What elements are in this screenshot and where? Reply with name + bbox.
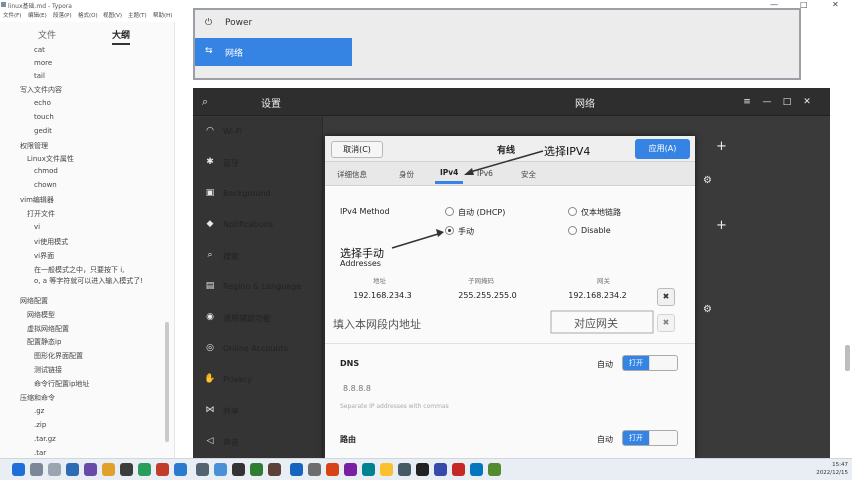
typora-icon[interactable] — [416, 463, 429, 476]
app-icon[interactable] — [398, 463, 411, 476]
arrow-head — [436, 229, 444, 237]
arrow-head — [464, 168, 474, 175]
app-icon[interactable] — [156, 463, 169, 476]
app-icon[interactable] — [232, 463, 245, 476]
app-icon[interactable] — [308, 463, 321, 476]
app-icon[interactable] — [452, 463, 465, 476]
app-icon[interactable] — [120, 463, 133, 476]
annotation-arrows — [391, 150, 654, 334]
app-icon[interactable] — [470, 463, 483, 476]
search-icon[interactable] — [30, 463, 43, 476]
app-icon[interactable] — [250, 463, 263, 476]
gateway-highlight-box — [550, 310, 654, 334]
app-icon[interactable] — [344, 463, 357, 476]
windows-start-icon[interactable] — [12, 463, 25, 476]
app-icon[interactable] — [362, 463, 375, 476]
app-icon[interactable] — [196, 463, 209, 476]
app-icon[interactable] — [380, 463, 393, 476]
app-icon[interactable] — [268, 463, 281, 476]
folder-icon[interactable] — [102, 463, 115, 476]
clock-date: 2022/12/15 — [816, 470, 848, 476]
clock[interactable]: 15:47 2022/12/15 — [816, 461, 848, 477]
taskbar: 15:47 2022/12/15 — [0, 458, 852, 480]
app-icon[interactable] — [326, 463, 339, 476]
app-icon[interactable] — [434, 463, 447, 476]
app-icon[interactable] — [66, 463, 79, 476]
app-icon[interactable] — [174, 463, 187, 476]
desktop: linux基础.md - Typora — □ ✕ 文件(F) 编辑(E) 段落… — [0, 0, 852, 480]
browser-icon[interactable] — [138, 463, 151, 476]
app-icon[interactable] — [290, 463, 303, 476]
arrow-to-ipv4 — [469, 150, 544, 173]
app-icon[interactable] — [84, 463, 97, 476]
editor-scrollbar[interactable] — [845, 345, 850, 371]
app-icon[interactable] — [214, 463, 227, 476]
app-icon[interactable] — [488, 463, 501, 476]
clock-time: 15:47 — [832, 462, 848, 468]
task-view-icon[interactable] — [48, 463, 61, 476]
arrow-to-manual — [391, 233, 439, 249]
